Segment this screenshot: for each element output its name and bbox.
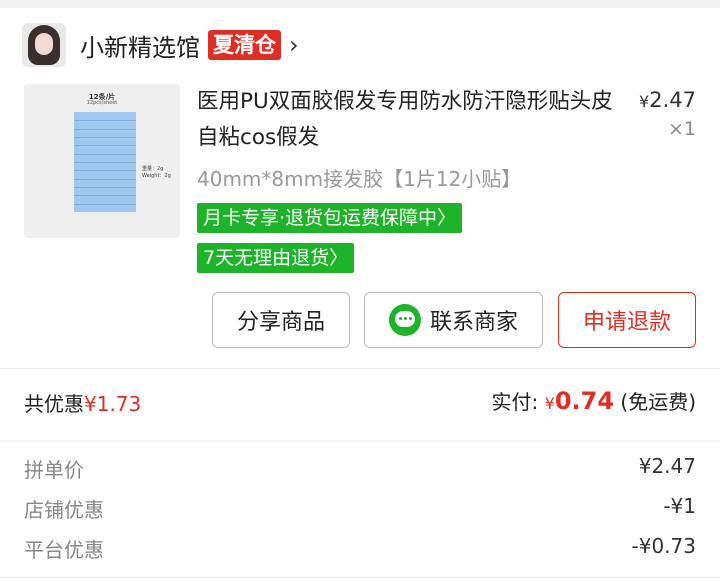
strip-divider <box>74 187 136 188</box>
order-card: 小新精选馆 夏清仓 › 12条/片 12pcs/sheet 重量：2g Weig… <box>0 0 720 440</box>
divider <box>0 577 720 578</box>
strip-divider <box>74 128 136 130</box>
shop-name: 小新精选馆 <box>80 33 200 62</box>
strip-divider <box>74 153 136 155</box>
strip-divider <box>74 203 136 205</box>
discount-amount: ¥1.73 <box>84 392 142 416</box>
shop-avatar-icon <box>22 23 66 67</box>
strip-divider <box>74 195 136 197</box>
divider <box>0 368 720 369</box>
strip-divider <box>74 170 136 172</box>
strip-divider <box>74 162 136 163</box>
amount-paid: 实付: ¥0.74 (免运费) <box>491 387 696 415</box>
breakdown-row: 拼单价 ¥2.47 <box>24 454 696 482</box>
share-product-label: 分享商品 <box>236 310 325 335</box>
chat-icon <box>388 304 421 336</box>
product-quantity: ×1 <box>667 118 696 140</box>
contact-seller-label: 联系商家 <box>429 310 518 335</box>
shipping-note: (免运费) <box>620 390 696 414</box>
top-divider <box>0 0 720 8</box>
total-discount: 共优惠¥1.73 <box>24 392 142 416</box>
product-title[interactable]: 医用PU双面胶假发专用防水防汗隐形贴头皮自粘cos假发 <box>197 84 617 156</box>
thumb-subtitle: 12pcs/sheet <box>86 100 118 106</box>
product-spec: 40mm*8mm接发胶【1片12小贴】 <box>197 167 522 191</box>
price-breakdown: 拼单价 ¥2.47 店铺优惠 -¥1 平台优惠 -¥0.73 <box>0 442 720 582</box>
product-price: ¥2.47 <box>639 88 696 112</box>
request-refund-button[interactable]: 申请退款 <box>558 292 696 348</box>
monthly-card-tag[interactable]: 月卡专享·退货包运费保障中〉 <box>197 203 463 233</box>
product-thumbnail[interactable]: 12条/片 12pcs/sheet 重量：2g Weight：2g <box>24 84 180 238</box>
breakdown-row: 平台优惠 -¥0.73 <box>24 534 696 562</box>
strip-divider <box>74 137 136 138</box>
request-refund-label: 申请退款 <box>582 310 671 335</box>
paid-amount: 0.74 <box>554 387 615 415</box>
share-product-button[interactable]: 分享商品 <box>212 292 350 348</box>
strip-divider <box>74 145 136 147</box>
return-policy-tag[interactable]: 7天无理由退货〉 <box>197 243 355 273</box>
strip-divider <box>74 120 136 122</box>
breakdown-row: 店铺优惠 -¥1 <box>24 494 696 522</box>
strip-divider <box>74 178 136 180</box>
chevron-right-icon: › <box>289 31 299 59</box>
tape-strip-image <box>74 112 136 212</box>
thumb-weight: 重量：2g Weight：2g <box>142 166 171 179</box>
contact-seller-button[interactable]: 联系商家 <box>364 292 543 348</box>
shop-header[interactable]: 小新精选馆 夏清仓 › <box>22 22 299 68</box>
shop-badge: 夏清仓 <box>208 30 281 60</box>
